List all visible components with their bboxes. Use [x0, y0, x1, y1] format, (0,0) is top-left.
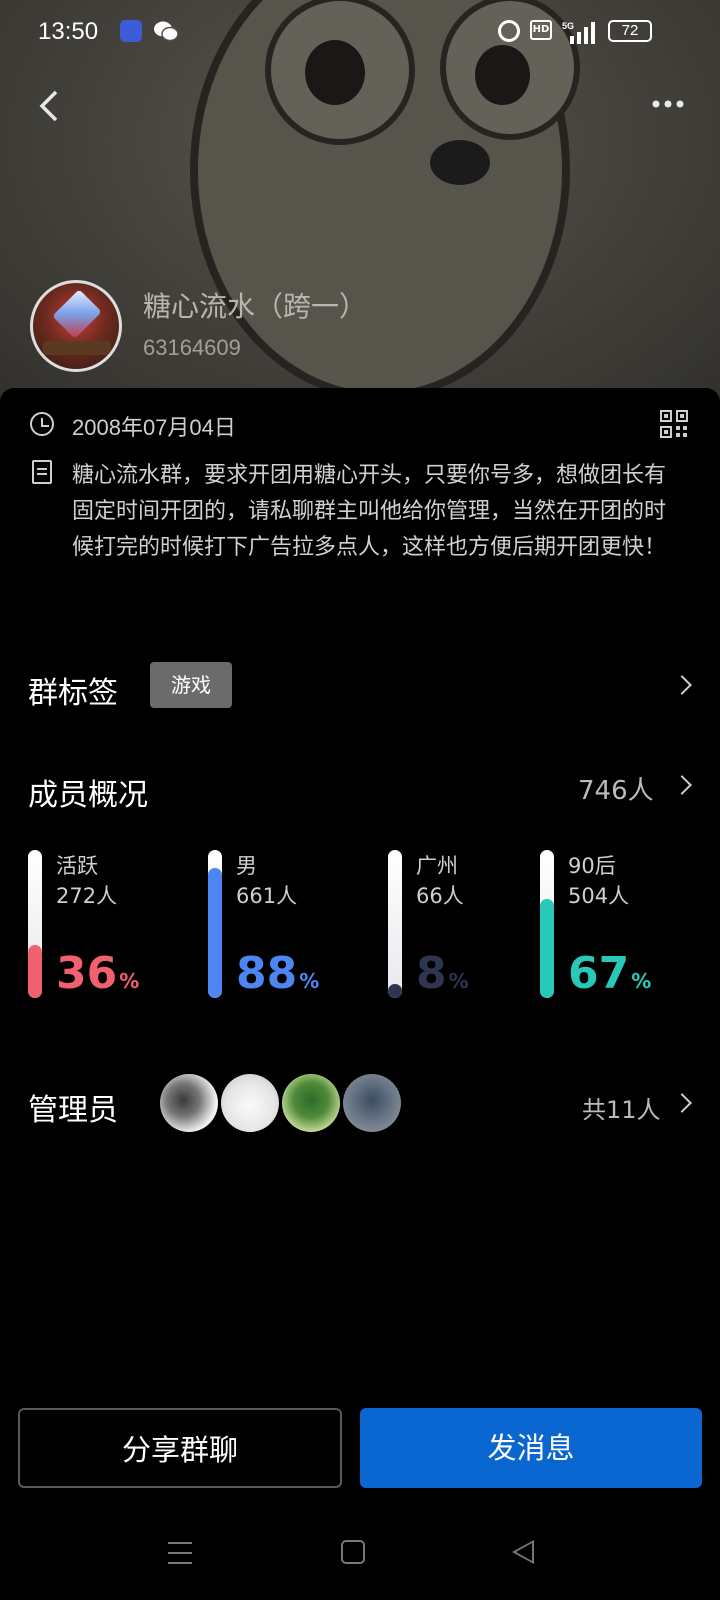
- group-id: 63164609: [143, 335, 241, 360]
- members-section-title: 成员概况: [28, 778, 148, 813]
- status-time: 13:50: [38, 18, 99, 45]
- back-arrow-icon[interactable]: [34, 88, 66, 124]
- tag-chip[interactable]: 游戏: [150, 662, 232, 708]
- share-group-button[interactable]: 分享群聊: [18, 1408, 342, 1488]
- member-stat-location: 广州 66人 8%: [388, 850, 558, 1000]
- stat-label: 活跃: [56, 854, 98, 878]
- member-stat-gender: 男 661人 88%: [208, 850, 378, 1000]
- stat-label: 广州: [416, 854, 458, 878]
- stat-label: 男: [236, 854, 257, 878]
- status-bar: 13:50 HD 5G 72: [0, 14, 720, 54]
- member-stat-age: 90后 504人 67%: [540, 850, 710, 1000]
- avatar-plate-graphic: [43, 341, 111, 355]
- stat-percent-unit: %: [299, 969, 320, 993]
- stat-count: 661人: [236, 884, 298, 908]
- tags-section-title: 群标签: [28, 676, 118, 711]
- stat-bar-fill: [540, 899, 554, 998]
- member-count[interactable]: 746人: [578, 770, 654, 807]
- stat-bar-track: [388, 850, 402, 998]
- admin-avatar[interactable]: [282, 1074, 340, 1132]
- stat-bar-track: [208, 850, 222, 998]
- stat-percent-value: 8: [416, 948, 447, 999]
- stat-percent-unit: %: [448, 969, 469, 993]
- more-options-icon[interactable]: [650, 96, 686, 112]
- stat-count: 272人: [56, 884, 118, 908]
- alarm-icon: [498, 20, 520, 42]
- stat-percent-value: 67: [568, 948, 630, 999]
- member-stat-active: 活跃 272人 36%: [28, 850, 198, 1000]
- send-message-button[interactable]: 发消息: [360, 1408, 702, 1488]
- group-avatar[interactable]: [30, 280, 122, 372]
- admin-avatar[interactable]: [221, 1074, 279, 1132]
- stat-percent-value: 88: [236, 948, 298, 999]
- wechat-icon: [154, 21, 179, 42]
- qr-code-icon[interactable]: [660, 410, 688, 438]
- stat-percent: 36%: [56, 948, 139, 999]
- clock-icon: [30, 412, 54, 436]
- back-triangle-icon[interactable]: [512, 1540, 534, 1564]
- stat-label: 90后: [568, 854, 616, 878]
- stat-bar-fill: [28, 945, 42, 998]
- stat-percent: 88%: [236, 948, 319, 999]
- stat-percent-value: 36: [56, 948, 118, 999]
- admin-avatar[interactable]: [343, 1074, 401, 1132]
- avatar-gem-graphic: [52, 289, 102, 339]
- stat-percent: 67%: [568, 948, 651, 999]
- group-description: 糖心流水群，要求开团用糖心开头，只要你号多，想做团长有固定时间开团的，请私聊群主…: [72, 463, 667, 560]
- admin-avatar[interactable]: [160, 1074, 218, 1132]
- app-notification-icon: [120, 20, 142, 42]
- stat-percent: 8%: [416, 948, 469, 999]
- stat-bar-fill: [208, 868, 222, 998]
- menu-icon[interactable]: [168, 1542, 192, 1564]
- battery-icon: 72: [608, 20, 652, 42]
- admins-section-title: 管理员: [28, 1093, 118, 1128]
- system-nav-bar: [0, 1530, 720, 1580]
- description-icon: [32, 460, 52, 484]
- network-type-label: 5G: [562, 21, 574, 31]
- hd-icon: HD: [530, 20, 552, 40]
- admin-count[interactable]: 共11人: [582, 1090, 661, 1125]
- stat-bar-track: [28, 850, 42, 998]
- created-date: 2008年07月04日: [72, 415, 236, 440]
- stat-count: 66人: [416, 884, 464, 908]
- home-icon[interactable]: [341, 1540, 365, 1564]
- stat-percent-unit: %: [631, 969, 652, 993]
- stat-count: 504人: [568, 884, 630, 908]
- group-name: 糖心流水（跨一）: [143, 290, 368, 323]
- stat-bar-fill: [388, 984, 402, 998]
- signal-icon: 5G: [562, 21, 595, 44]
- stat-bar-track: [540, 850, 554, 998]
- stat-percent-unit: %: [119, 969, 140, 993]
